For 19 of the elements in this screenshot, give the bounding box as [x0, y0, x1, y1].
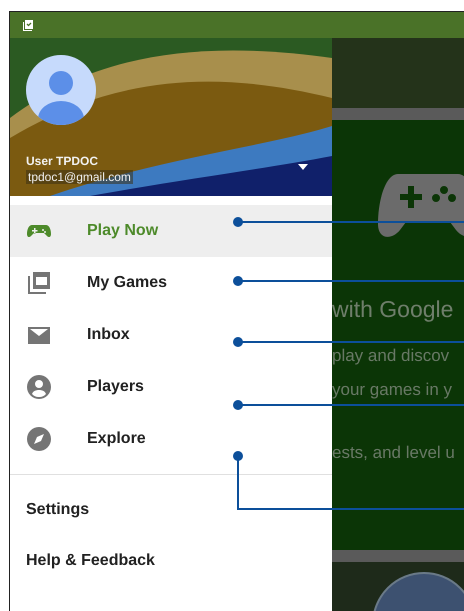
- background-text: play and discov: [332, 346, 450, 366]
- background-text: your games in y: [332, 380, 453, 400]
- menu-item[interactable]: Players: [10, 361, 332, 413]
- menu-item[interactable]: Help & Feedback: [10, 535, 332, 586]
- compass-icon: [26, 426, 52, 452]
- background-text: ests, and level u: [332, 443, 456, 463]
- account-email: tpdoc1@gmail.com: [26, 170, 133, 184]
- menu-item[interactable]: Inbox: [10, 309, 332, 361]
- dropdown-caret-icon[interactable]: [298, 164, 308, 170]
- picture-stack-icon: [26, 270, 52, 296]
- menu-item[interactable]: Explore: [10, 413, 332, 465]
- background-heading: with Google: [332, 296, 454, 323]
- gamepad-icon: [378, 174, 464, 240]
- clipboard-check-icon: [22, 18, 36, 32]
- menu-item[interactable]: Play Now: [10, 205, 332, 257]
- account-name: User TPDOC: [26, 154, 100, 168]
- menu-item[interactable]: My Games: [10, 257, 332, 309]
- person-icon: [26, 374, 52, 400]
- menu-item[interactable]: Settings: [10, 484, 332, 535]
